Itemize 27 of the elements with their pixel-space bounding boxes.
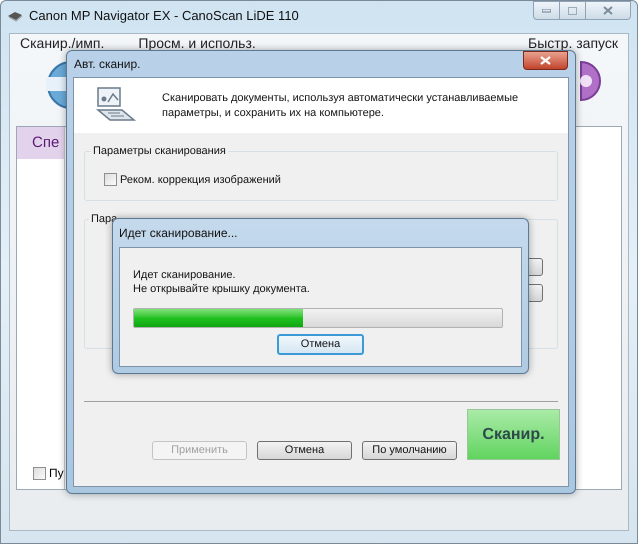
close-button[interactable] (523, 51, 568, 70)
description-text: Сканировать документы, используя автоматически устанавливаемые параметры, и сохранить их на компьютере. (162, 90, 520, 120)
nav-label[interactable]: Просм. и использ. (138, 34, 256, 50)
checkbox-label: Реком. коррекция изображений (120, 172, 281, 188)
side-tab[interactable]: Спе (17, 127, 64, 159)
close-icon (603, 6, 613, 15)
close-icon (540, 56, 551, 65)
maximize-icon (568, 6, 577, 14)
dialog-button[interactable]: Отмена (257, 441, 352, 460)
checkbox[interactable] (33, 466, 46, 480)
maximize-button[interactable] (560, 1, 586, 20)
dialog-button[interactable]: По умолчанию (362, 441, 457, 460)
status-text: Не открывайте крышку документа. (133, 282, 311, 296)
nav-label[interactable]: Сканир./имп. (20, 34, 104, 50)
dialog-title: Идет сканирование... (119, 225, 238, 242)
minimize-button[interactable] (533, 1, 560, 20)
scanner-icon (7, 10, 23, 22)
cancel-button[interactable]: Отмена (277, 334, 364, 355)
nav-label[interactable]: Быстр. запуск (528, 34, 618, 50)
minimize-icon (542, 8, 551, 12)
checkbox-label: Пу (49, 465, 64, 482)
group-title: Параметры сканирования (91, 143, 228, 160)
status-text: Идет сканирование. (133, 268, 237, 282)
scan-button[interactable]: Сканир. (467, 409, 560, 460)
checkbox[interactable] (104, 173, 117, 186)
dialog-title: Авт. сканир. (73, 56, 140, 73)
window-title: Canon MP Navigator EX - CanoScan LiDE 110 (29, 7, 299, 26)
